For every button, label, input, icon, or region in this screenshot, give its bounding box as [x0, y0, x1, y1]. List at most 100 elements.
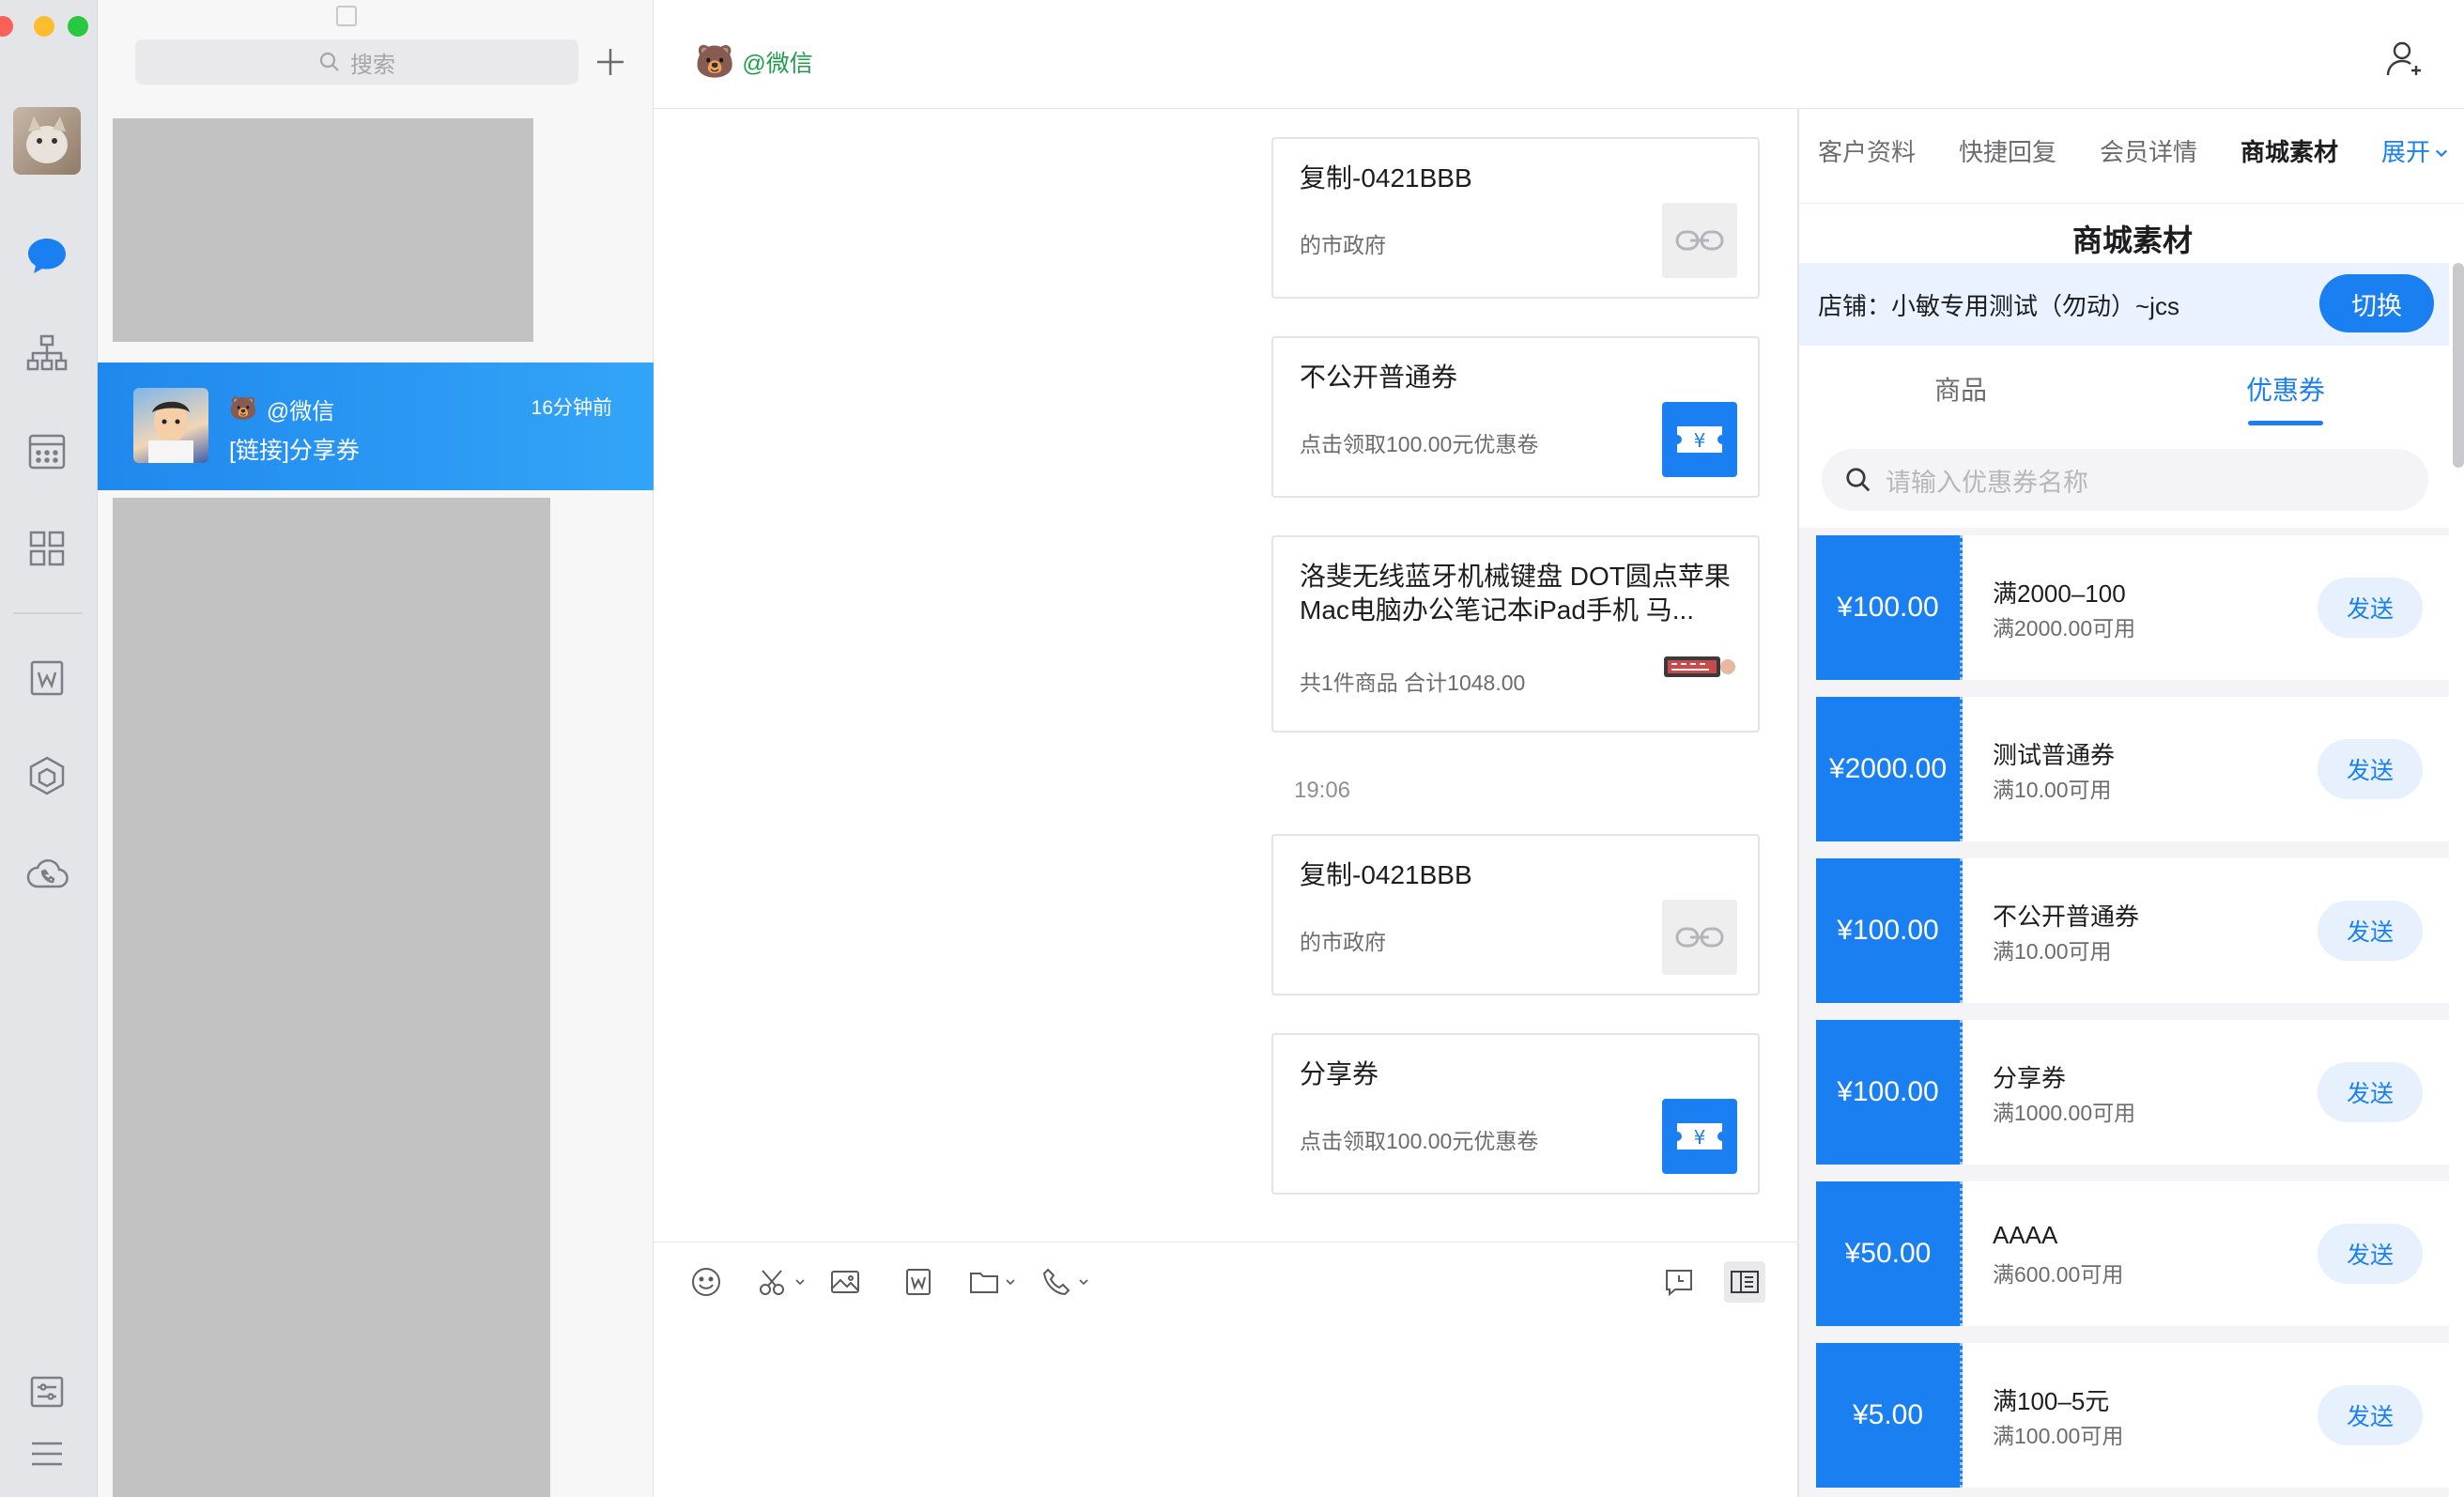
- coupon-amount: ¥100.00: [1816, 858, 1963, 1003]
- coupon-item: ¥100.00 满2000–100 满2000.00可用 发送: [1799, 528, 2449, 689]
- minimize-window-button[interactable]: [34, 16, 54, 37]
- coupon-search-input[interactable]: 请输入优惠券名称: [1822, 449, 2428, 511]
- coupon-card[interactable]: ¥5.00 满100–5元 满100.00可用 发送: [1816, 1343, 2449, 1488]
- coupon-card[interactable]: ¥100.00 分享券 满1000.00可用 发送: [1816, 1020, 2449, 1165]
- conversation-avatar: [133, 388, 208, 463]
- coupon-item: ¥100.00 不公开普通券 满10.00可用 发送: [1799, 851, 2449, 1012]
- card-title: 复制-0421BBB: [1300, 860, 1472, 889]
- coupon-condition: 满100.00可用: [1993, 1424, 2124, 1448]
- folder-icon: [970, 1273, 998, 1293]
- add-contact-icon[interactable]: [2381, 36, 2426, 81]
- store-label: 店铺：小敏专用测试（勿动）~jcs: [1818, 292, 2179, 320]
- svg-text:¥: ¥: [1694, 1126, 1706, 1149]
- toggle-sidebar-button[interactable]: [1724, 1261, 1765, 1303]
- send-coupon-button[interactable]: 发送: [2318, 1062, 2423, 1122]
- panel-scrollbar[interactable]: [2453, 263, 2464, 468]
- maximize-window-button[interactable]: [68, 16, 88, 37]
- coupon-card[interactable]: ¥50.00 AAAA 满600.00可用 发送: [1816, 1181, 2449, 1326]
- coupon-amount: ¥2000.00: [1816, 697, 1963, 841]
- chat-history-icon: [1666, 1270, 1692, 1297]
- scissors-icon: [760, 1270, 784, 1295]
- folder-button[interactable]: [967, 1261, 1016, 1303]
- add-button[interactable]: [588, 39, 633, 85]
- panel-title: 商城素材: [1799, 203, 2464, 260]
- chat-title-text: @微信: [742, 51, 813, 77]
- coupon-name: AAAA: [1993, 1221, 2058, 1249]
- screenshot-button[interactable]: [757, 1261, 806, 1303]
- subtab-goods[interactable]: 商品: [1934, 370, 1987, 408]
- search-icon: [319, 52, 339, 71]
- tab-quick-reply[interactable]: 快捷回复: [1959, 133, 2056, 168]
- product-card[interactable]: 洛斐无线蓝牙机械键盘 DOT圆点苹果Mac电脑办公笔记本iPad手机 马... …: [1271, 535, 1760, 733]
- coupon-card[interactable]: 不公开普通券 点击领取100.00元优惠卷 ¥: [1271, 336, 1760, 498]
- conversation-item-active[interactable]: 🐻 @微信 16分钟前 [链接]分享券: [98, 363, 654, 490]
- expand-button[interactable]: 展开: [2381, 133, 2449, 168]
- coupon-card[interactable]: 分享券 点击领取100.00元优惠卷 ¥: [1271, 1033, 1760, 1195]
- coupon-amount: ¥100.00: [1816, 1020, 1963, 1165]
- card-title: 分享券: [1300, 1059, 1379, 1088]
- plus-icon: [597, 49, 624, 75]
- settings-sliders-icon[interactable]: [21, 1366, 73, 1418]
- chevron-down-icon: [2435, 149, 2448, 158]
- message-composer[interactable]: [654, 1242, 1797, 1497]
- link-card[interactable]: 复制-0421BBB 的市政府: [1271, 834, 1760, 995]
- card-subtitle: 点击领取100.00元优惠卷: [1300, 1129, 1539, 1153]
- tab-member-details[interactable]: 会员详情: [2100, 133, 2197, 168]
- coupon-name: 满100–5元: [1993, 1387, 2110, 1415]
- tab-mall-materials[interactable]: 商城素材: [2241, 133, 2338, 168]
- send-coupon-button[interactable]: 发送: [2318, 739, 2423, 799]
- coupon-item: ¥100.00 分享券 满1000.00可用 发送: [1799, 1012, 2449, 1174]
- smiley-icon: [692, 1268, 720, 1296]
- org-chart-icon[interactable]: [21, 327, 73, 379]
- tab-customer-profile[interactable]: 客户资料: [1818, 133, 1916, 168]
- call-button[interactable]: [1040, 1261, 1089, 1303]
- send-coupon-button[interactable]: 发送: [2318, 1224, 2423, 1284]
- word-doc-icon: [906, 1269, 931, 1295]
- coupon-name: 不公开普通券: [1993, 903, 2140, 931]
- emoji-button[interactable]: [689, 1261, 723, 1303]
- image-button[interactable]: [828, 1261, 862, 1303]
- word-doc-icon[interactable]: [21, 652, 73, 704]
- redacted-conversation[interactable]: [113, 498, 550, 1497]
- coupon-search-placeholder: 请输入优惠券名称: [1886, 468, 2088, 497]
- link-icon: [1662, 900, 1737, 975]
- close-window-button[interactable]: [0, 16, 13, 37]
- my-avatar[interactable]: [13, 107, 81, 175]
- chevron-down-icon: [1079, 1279, 1088, 1286]
- coupon-card[interactable]: ¥100.00 满2000–100 满2000.00可用 发送: [1816, 535, 2449, 680]
- send-coupon-button[interactable]: 发送: [2318, 1385, 2423, 1445]
- app-window: 搜索 🐻 @微信 16分钟前 [链接]分享券 🐻 @微信 复制-0421BBB …: [0, 0, 2464, 1497]
- apps-grid-icon[interactable]: [21, 522, 73, 575]
- subtab-indicator: [2248, 421, 2323, 425]
- menu-icon[interactable]: [21, 1428, 73, 1480]
- card-subtitle: 的市政府: [1300, 930, 1386, 954]
- send-coupon-button[interactable]: 发送: [2318, 901, 2423, 961]
- calendar-icon[interactable]: [21, 424, 73, 477]
- svg-text:¥: ¥: [1694, 429, 1706, 452]
- search-input[interactable]: 搜索: [135, 39, 578, 85]
- document-button[interactable]: [901, 1261, 935, 1303]
- cube-icon[interactable]: [21, 749, 73, 802]
- switch-store-button[interactable]: 切换: [2319, 274, 2434, 332]
- compose-icon[interactable]: [336, 6, 357, 26]
- coupon-name: 满2000–100: [1993, 579, 2126, 608]
- redacted-conversation[interactable]: [113, 118, 533, 342]
- subtab-coupons[interactable]: 优惠券: [2246, 370, 2325, 408]
- card-subtitle: 共1件商品 合计1048.00: [1300, 671, 1526, 695]
- send-coupon-button[interactable]: 发送: [2318, 578, 2423, 638]
- conversation-name-text: @微信: [266, 399, 335, 424]
- coupon-condition: 满1000.00可用: [1993, 1101, 2136, 1125]
- sidebar-icon: [1731, 1271, 1759, 1293]
- coupon-card[interactable]: ¥100.00 不公开普通券 满10.00可用 发送: [1816, 858, 2449, 1003]
- link-card[interactable]: 复制-0421BBB 的市政府: [1271, 137, 1760, 299]
- coupon-card[interactable]: ¥2000.00 测试普通券 满10.00可用 发送: [1816, 697, 2449, 841]
- chevron-down-icon: [1006, 1279, 1015, 1286]
- coupon-name: 测试普通券: [1993, 741, 2116, 769]
- cloud-phone-icon[interactable]: [21, 847, 73, 900]
- history-button[interactable]: [1662, 1261, 1696, 1303]
- coupon-condition: 满10.00可用: [1993, 939, 2112, 964]
- conversation-last-message: [链接]分享券: [229, 438, 360, 464]
- chat-icon[interactable]: [21, 229, 73, 282]
- side-panel: 客户资料 快捷回复 会员详情 商城素材 展开 商城素材 店铺：小敏专用测试（勿动…: [1797, 109, 2464, 1497]
- chat-header: 🐻 @微信: [654, 0, 2464, 109]
